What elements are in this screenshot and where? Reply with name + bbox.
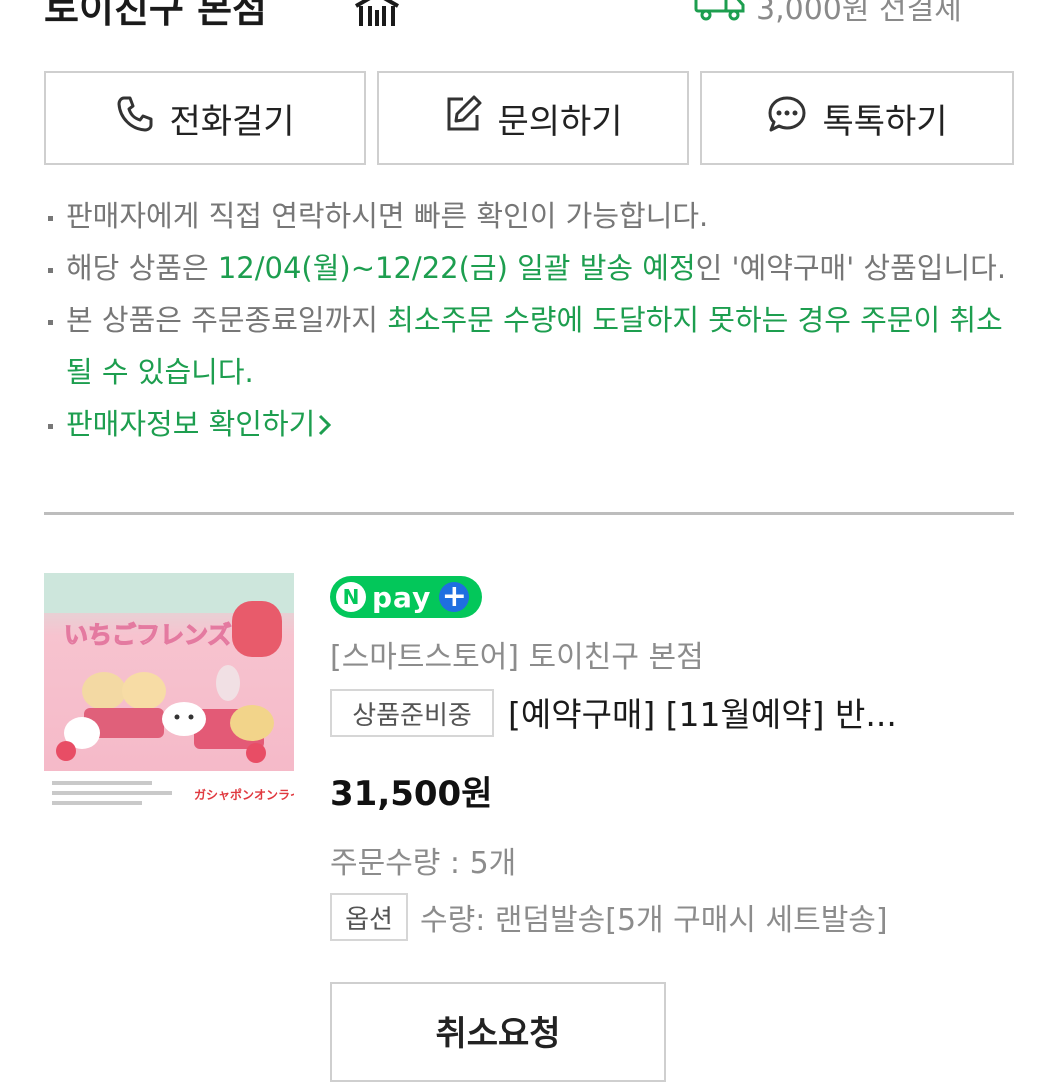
- section-divider: [44, 512, 1014, 515]
- truck-icon: [694, 0, 746, 25]
- order-quantity: 주문수량 : 5개: [330, 846, 517, 881]
- edit-icon: [443, 94, 483, 143]
- shipping-text: 3,000원 선결제: [756, 0, 962, 27]
- notice-shipping-schedule: 해당 상품은 12/04(월)~12/22(금) 일괄 발송 예정인 '예약구매…: [44, 242, 1024, 294]
- svg-text:いちごフレンズ!: いちごフレンズ!: [64, 621, 242, 649]
- cancel-request-button[interactable]: 취소요청: [330, 982, 666, 1082]
- plus-icon: +: [439, 582, 470, 612]
- status-badge: 상품준비중: [330, 689, 494, 737]
- talk-button[interactable]: 톡톡하기: [700, 71, 1014, 165]
- call-label: 전화걸기: [169, 101, 295, 142]
- product-thumbnail[interactable]: いちごフレンズ! ガシャポンオンライン: [44, 573, 294, 823]
- store-icon[interactable]: [352, 0, 402, 34]
- npay-wordmark: pay: [372, 580, 432, 614]
- chevron-right-icon: [315, 407, 333, 441]
- product-name[interactable]: [예약구매] [11월예약] 반...: [508, 688, 1008, 736]
- npay-plus-badge: N pay +: [330, 576, 482, 618]
- notice-minimum-order: 본 상품은 주문종료일까지 최소주문 수량에 도달하지 못하는 경우 주문이 취…: [44, 294, 1024, 398]
- shipping-info: 3,000원 선결제: [694, 0, 962, 28]
- cancel-request-label: 취소요청: [435, 1014, 561, 1054]
- notice-list: 판매자에게 직접 연락하시면 빠른 확인이 가능합니다. 해당 상품은 12/0…: [44, 190, 1024, 450]
- option-value: 수량: 랜덤발송[5개 구매시 세트발송]: [420, 903, 888, 938]
- seller-info-link[interactable]: 판매자정보 확인하기: [44, 398, 1024, 450]
- svg-text:ガシャポンオンライン: ガシャポンオンライン: [194, 787, 294, 802]
- shipping-schedule-highlight: 12/04(월)~12/22(금) 일괄 발송 예정: [217, 251, 696, 285]
- chat-bubble-icon: [766, 94, 808, 143]
- option-badge: 옵션: [330, 893, 408, 941]
- npay-n-icon: N: [336, 582, 366, 612]
- call-button[interactable]: 전화걸기: [44, 71, 366, 165]
- store-title: 토이친구 본점: [44, 0, 267, 31]
- phone-icon: [115, 94, 155, 143]
- inquiry-label: 문의하기: [497, 101, 623, 142]
- product-price: 31,500원: [330, 774, 493, 814]
- inquiry-button[interactable]: 문의하기: [377, 71, 689, 165]
- notice-contact: 판매자에게 직접 연락하시면 빠른 확인이 가능합니다.: [44, 190, 1024, 242]
- talk-label: 톡톡하기: [822, 101, 948, 142]
- seller-name[interactable]: [스마트스토어] 토이친구 본점: [330, 632, 704, 676]
